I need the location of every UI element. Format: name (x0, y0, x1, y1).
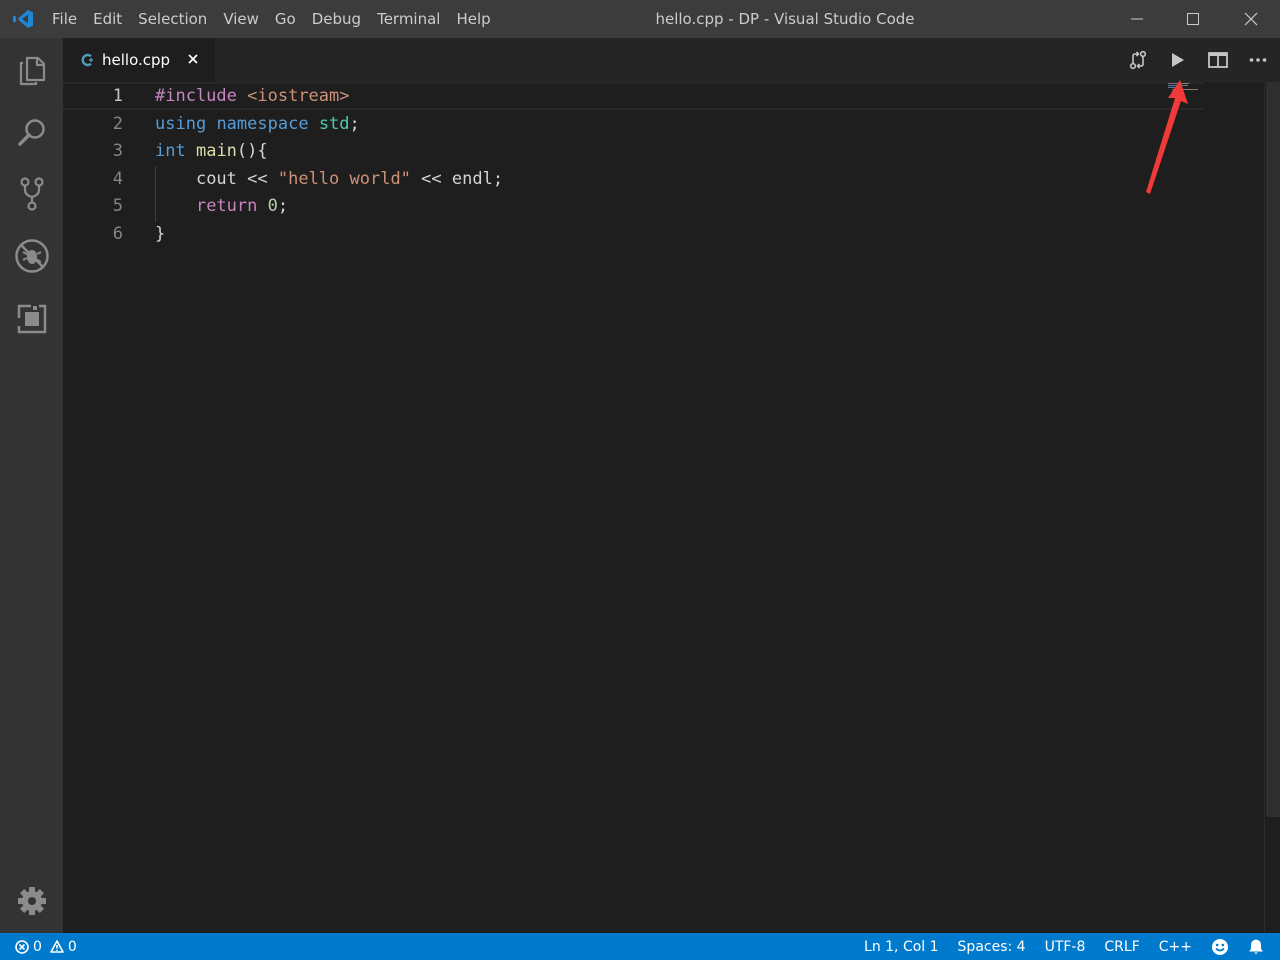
split-editor-icon (1208, 52, 1228, 68)
code-line: 5 return 0; (63, 192, 1203, 220)
run-button[interactable] (1164, 48, 1192, 72)
warning-count: 0 (67, 938, 77, 955)
token-punct: } (155, 224, 166, 244)
token-preprocessor: #include (155, 86, 237, 106)
source-control-button[interactable] (8, 170, 56, 218)
token-function: main (195, 141, 237, 161)
minimize-button[interactable] (1108, 0, 1166, 38)
line-ending[interactable]: CRLF (1104, 939, 1139, 955)
compare-button[interactable] (1124, 48, 1152, 72)
activity-bar (0, 38, 63, 933)
menu-edit[interactable]: Edit (85, 0, 130, 38)
code-text: } (155, 220, 165, 248)
bell-icon (1249, 939, 1263, 954)
menu-file[interactable]: File (44, 0, 85, 38)
token-string: "hello world" (277, 169, 411, 189)
files-icon (19, 56, 46, 86)
token-keyword: using (155, 114, 207, 134)
feedback-button[interactable] (1211, 938, 1229, 956)
notifications-button[interactable] (1248, 938, 1264, 955)
maximize-icon (1187, 13, 1199, 25)
error-count: 0 (33, 938, 42, 955)
line-number: 1 (112, 86, 123, 106)
close-window-button[interactable] (1222, 0, 1280, 38)
language-mode[interactable]: C++ (1159, 939, 1192, 955)
extensions-button[interactable] (8, 295, 56, 343)
code-line: 6 } (63, 220, 1203, 248)
menu-debug[interactable]: Debug (304, 0, 369, 38)
code-line: 2 using namespace std; (63, 110, 1203, 138)
token-keyword: int (155, 141, 186, 161)
token-number: 0 (267, 196, 278, 216)
token-identifier: << endl; (421, 169, 504, 189)
maximize-button[interactable] (1164, 0, 1222, 38)
annotation-arrow (1146, 80, 1188, 194)
line-number: 5 (112, 196, 123, 216)
token-identifier: cout << (195, 169, 268, 189)
code-editor[interactable]: 1 #include <iostream> 2 using namespace … (63, 82, 1280, 933)
source-control-icon (20, 177, 44, 211)
token-keyword: return (195, 196, 258, 216)
manage-button[interactable] (8, 877, 56, 925)
token-namespace: std (318, 114, 350, 134)
error-icon (15, 939, 29, 954)
menu-selection[interactable]: Selection (130, 0, 215, 38)
menu-view[interactable]: View (215, 0, 267, 38)
indent-guide (155, 166, 156, 222)
line-number: 4 (112, 169, 123, 189)
close-icon (188, 54, 198, 64)
debug-button[interactable] (8, 232, 56, 280)
tab-close-button[interactable] (183, 49, 203, 69)
more-actions-icon (1249, 58, 1267, 62)
code-text: return 0; (155, 192, 288, 220)
code-line: 1 #include <iostream> (63, 82, 1203, 110)
extensions-icon (17, 304, 47, 334)
vertical-scrollbar[interactable] (1264, 82, 1280, 933)
debug-icon (15, 239, 49, 273)
token-include-path: <iostream> (247, 86, 350, 106)
gear-icon (18, 887, 46, 915)
run-icon (1172, 53, 1184, 67)
status-bar: 0 0 Ln 1, Col 1 Spaces: 4 UTF-8 CRLF C++ (0, 933, 1280, 960)
code-text: int main(){ (155, 137, 268, 165)
smiley-icon (1212, 938, 1228, 955)
vscode-logo-icon (13, 10, 33, 28)
menu-help[interactable]: Help (448, 0, 498, 38)
code-text: cout << "hello world" << endl; (155, 165, 503, 193)
minimize-icon (1131, 18, 1143, 20)
code-line: 4 cout << "hello world" << endl; (63, 165, 1203, 193)
explorer-button[interactable] (8, 47, 56, 95)
window-title: hello.cpp - DP - Visual Studio Code (655, 10, 915, 28)
line-number: 6 (112, 224, 123, 244)
indentation[interactable]: Spaces: 4 (958, 939, 1026, 955)
code-text: using namespace std; (155, 110, 360, 138)
tab-hello-cpp[interactable]: hello.cpp (63, 38, 215, 82)
token-punct: (){ (236, 141, 268, 161)
search-icon (18, 119, 45, 146)
token-keyword: namespace (216, 114, 309, 134)
line-number: 3 (112, 141, 123, 161)
code-line: 3 int main(){ (63, 137, 1203, 165)
scrollbar-thumb[interactable] (1266, 82, 1280, 817)
cpp-file-icon (81, 53, 93, 67)
tab-bar: hello.cpp (63, 38, 1280, 82)
compare-icon (1129, 50, 1147, 70)
tab-label: hello.cpp (102, 51, 171, 69)
title-bar: File Edit Selection View Go Debug Termin… (0, 0, 1280, 38)
menu-bar: File Edit Selection View Go Debug Termin… (44, 0, 499, 38)
file-encoding[interactable]: UTF-8 (1045, 939, 1086, 955)
menu-go[interactable]: Go (267, 0, 304, 38)
warning-icon (50, 940, 64, 953)
token-punct: ; (277, 196, 289, 216)
close-icon (1244, 12, 1258, 26)
menu-terminal[interactable]: Terminal (369, 0, 448, 38)
cursor-position[interactable]: Ln 1, Col 1 (864, 939, 939, 955)
problems-indicator[interactable]: 0 0 (15, 939, 77, 955)
token-punct: ; (349, 114, 360, 134)
line-number: 2 (112, 114, 123, 134)
code-text: #include <iostream> (155, 82, 350, 110)
split-editor-button[interactable] (1204, 48, 1232, 72)
more-actions-button[interactable] (1244, 48, 1272, 72)
search-button[interactable] (8, 108, 56, 156)
